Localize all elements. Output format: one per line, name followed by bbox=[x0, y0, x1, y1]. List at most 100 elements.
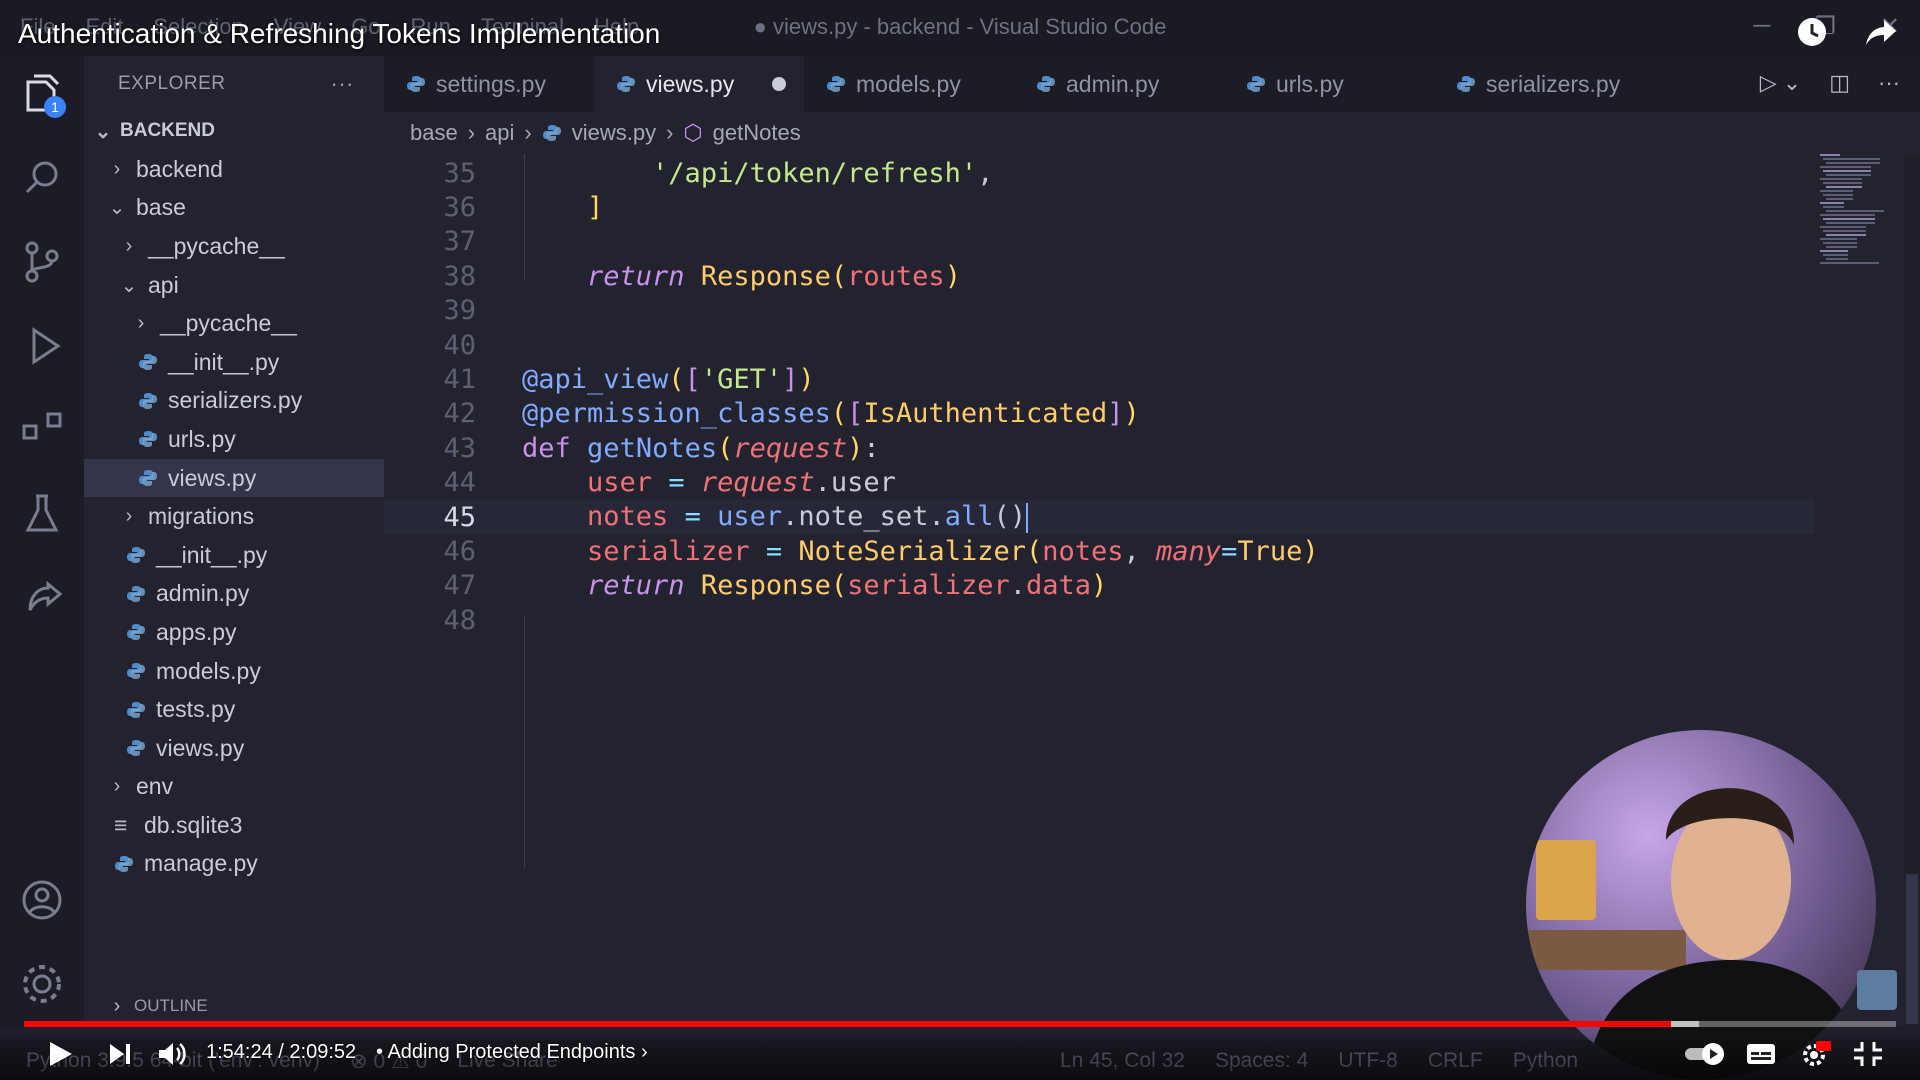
unsaved-dot-icon[interactable] bbox=[772, 77, 786, 91]
more-actions-icon[interactable]: ··· bbox=[1878, 70, 1900, 96]
account-icon[interactable] bbox=[18, 876, 66, 924]
minimap-line bbox=[1820, 178, 1862, 180]
tree-item-label: models.py bbox=[156, 657, 261, 684]
video-chapter[interactable]: • Adding Protected Endpoints › bbox=[376, 1041, 648, 1064]
exit-fullscreen-icon[interactable] bbox=[1852, 1040, 1884, 1068]
outline-section[interactable]: › OUTLINE bbox=[84, 986, 384, 1026]
indent-guide bbox=[524, 154, 525, 280]
editor-tab[interactable]: views.py bbox=[594, 56, 804, 112]
autoplay-toggle[interactable] bbox=[1683, 1040, 1729, 1068]
line-number: 41 bbox=[443, 364, 476, 396]
breadcrumb-item[interactable]: base bbox=[410, 120, 458, 146]
line-number: 37 bbox=[443, 226, 476, 258]
more-actions-icon[interactable]: ··· bbox=[331, 71, 354, 97]
code-token: NoteSerializer bbox=[798, 536, 1026, 568]
code-token: user bbox=[717, 501, 783, 533]
tree-file[interactable]: __init__.py bbox=[84, 343, 384, 382]
code-line[interactable]: 42 @permission_classes([IsAuthenticated]) bbox=[384, 397, 1814, 431]
tree-folder[interactable]: › env bbox=[84, 768, 384, 807]
settings-icon[interactable] bbox=[1800, 1040, 1832, 1068]
tree-file[interactable]: serializers.py bbox=[84, 382, 384, 421]
editor-tab[interactable]: models.py bbox=[804, 56, 1014, 112]
explorer-icon[interactable]: 1 bbox=[18, 70, 66, 118]
editor-tab[interactable]: serializers.py bbox=[1434, 56, 1644, 112]
tree-file[interactable]: admin.py bbox=[84, 575, 384, 614]
video-progress-bar[interactable] bbox=[24, 1021, 1896, 1027]
code-line[interactable]: 36 ] bbox=[384, 190, 1814, 224]
code-line[interactable]: 40 bbox=[384, 328, 1814, 362]
play-icon[interactable] bbox=[44, 1040, 76, 1068]
tree-file[interactable]: urls.py bbox=[84, 420, 384, 459]
minimap-line bbox=[1820, 190, 1853, 192]
minimap-line bbox=[1826, 234, 1866, 236]
live-share-icon[interactable] bbox=[18, 574, 66, 622]
vertical-scrollbar[interactable] bbox=[1904, 154, 1920, 1026]
code-token: () bbox=[993, 501, 1026, 533]
minimap[interactable] bbox=[1816, 154, 1906, 274]
next-video-icon[interactable] bbox=[104, 1040, 136, 1068]
video-title[interactable]: Authentication & Refreshing Tokens Imple… bbox=[18, 18, 660, 50]
code-line[interactable]: 44 user = request.user bbox=[384, 466, 1814, 500]
breadcrumb-item[interactable]: views.py bbox=[572, 120, 656, 146]
code-line[interactable]: 38 return Response(routes) bbox=[384, 259, 1814, 293]
tree-folder[interactable]: › __pycache__ bbox=[84, 304, 384, 343]
code-token: return bbox=[587, 570, 685, 602]
source-control-icon[interactable] bbox=[18, 238, 66, 286]
code-line[interactable]: 35 '/api/token/refresh', bbox=[384, 156, 1814, 190]
split-editor-icon[interactable]: ◫ bbox=[1829, 70, 1850, 96]
workspace-root-label: BACKEND bbox=[120, 120, 215, 141]
chevron-right-icon: › bbox=[113, 775, 121, 798]
tree-file[interactable]: apps.py bbox=[84, 613, 384, 652]
text-cursor bbox=[1026, 502, 1028, 533]
tree-file[interactable]: manage.py bbox=[84, 845, 384, 884]
python-file-icon bbox=[542, 123, 562, 143]
code-token: ] bbox=[1107, 398, 1124, 430]
code-text: notes = user.note_set.all() bbox=[522, 501, 1028, 533]
code-line[interactable]: 45 notes = user.note_set.all() bbox=[384, 500, 1814, 535]
tree-folder[interactable]: ⌄ api bbox=[84, 266, 384, 305]
python-file-icon bbox=[126, 545, 146, 565]
tree-folder[interactable]: › __pycache__ bbox=[84, 227, 384, 266]
run-debug-icon[interactable] bbox=[18, 322, 66, 370]
tree-folder[interactable]: › backend bbox=[84, 150, 384, 189]
code-line[interactable]: 47 return Response(serializer.data) bbox=[384, 569, 1814, 603]
settings-gear-icon[interactable] bbox=[18, 960, 66, 1008]
code-token: '/api/token/refresh' bbox=[652, 157, 978, 189]
workspace-root[interactable]: ⌄ BACKEND bbox=[84, 112, 384, 150]
breadcrumb-item[interactable]: api bbox=[485, 120, 514, 146]
tree-file[interactable]: views.py bbox=[84, 458, 384, 498]
tree-item-label: views.py bbox=[168, 464, 257, 491]
chevron-right-icon: › bbox=[640, 1041, 648, 1063]
tree-folder[interactable]: ⌄ base bbox=[84, 189, 384, 228]
code-line[interactable]: 46 serializer = NoteSerializer(notes, ma… bbox=[384, 534, 1814, 568]
code-line[interactable]: 48 bbox=[384, 603, 1814, 637]
code-line[interactable]: 39 bbox=[384, 294, 1814, 328]
python-file-icon bbox=[826, 74, 846, 94]
testing-icon[interactable] bbox=[18, 490, 66, 538]
tree-file[interactable]: views.py bbox=[84, 729, 384, 768]
tree-folder[interactable]: › migrations bbox=[84, 497, 384, 536]
code-line[interactable]: 41 @api_view(['GET']) bbox=[384, 362, 1814, 396]
extensions-icon[interactable] bbox=[18, 406, 66, 454]
tree-file[interactable]: __init__.py bbox=[84, 536, 384, 575]
minimize-icon[interactable]: ─ bbox=[1753, 12, 1770, 41]
code-token: ) bbox=[944, 260, 961, 292]
search-icon[interactable] bbox=[18, 154, 66, 202]
tree-file[interactable]: ≡ db.sqlite3 bbox=[84, 806, 384, 845]
watch-later-icon[interactable] bbox=[1796, 16, 1828, 48]
code-line[interactable]: 37 bbox=[384, 225, 1814, 259]
code-line[interactable]: 43 def getNotes(request): bbox=[384, 431, 1814, 465]
editor-tab[interactable]: urls.py bbox=[1224, 56, 1434, 112]
subtitles-icon[interactable] bbox=[1745, 1040, 1777, 1068]
editor-tab[interactable]: settings.py bbox=[384, 56, 594, 112]
minimap-line bbox=[1820, 250, 1848, 252]
chevron-right-icon: › bbox=[137, 312, 145, 335]
share-icon[interactable] bbox=[1864, 16, 1898, 48]
run-file-icon[interactable]: ▷ ⌄ bbox=[1760, 70, 1801, 96]
code-token: True bbox=[1237, 536, 1303, 568]
tree-file[interactable]: models.py bbox=[84, 652, 384, 691]
editor-tab[interactable]: admin.py bbox=[1014, 56, 1224, 112]
tree-file[interactable]: tests.py bbox=[84, 690, 384, 729]
breadcrumb-item[interactable]: getNotes bbox=[713, 120, 801, 146]
volume-icon[interactable] bbox=[156, 1040, 188, 1068]
